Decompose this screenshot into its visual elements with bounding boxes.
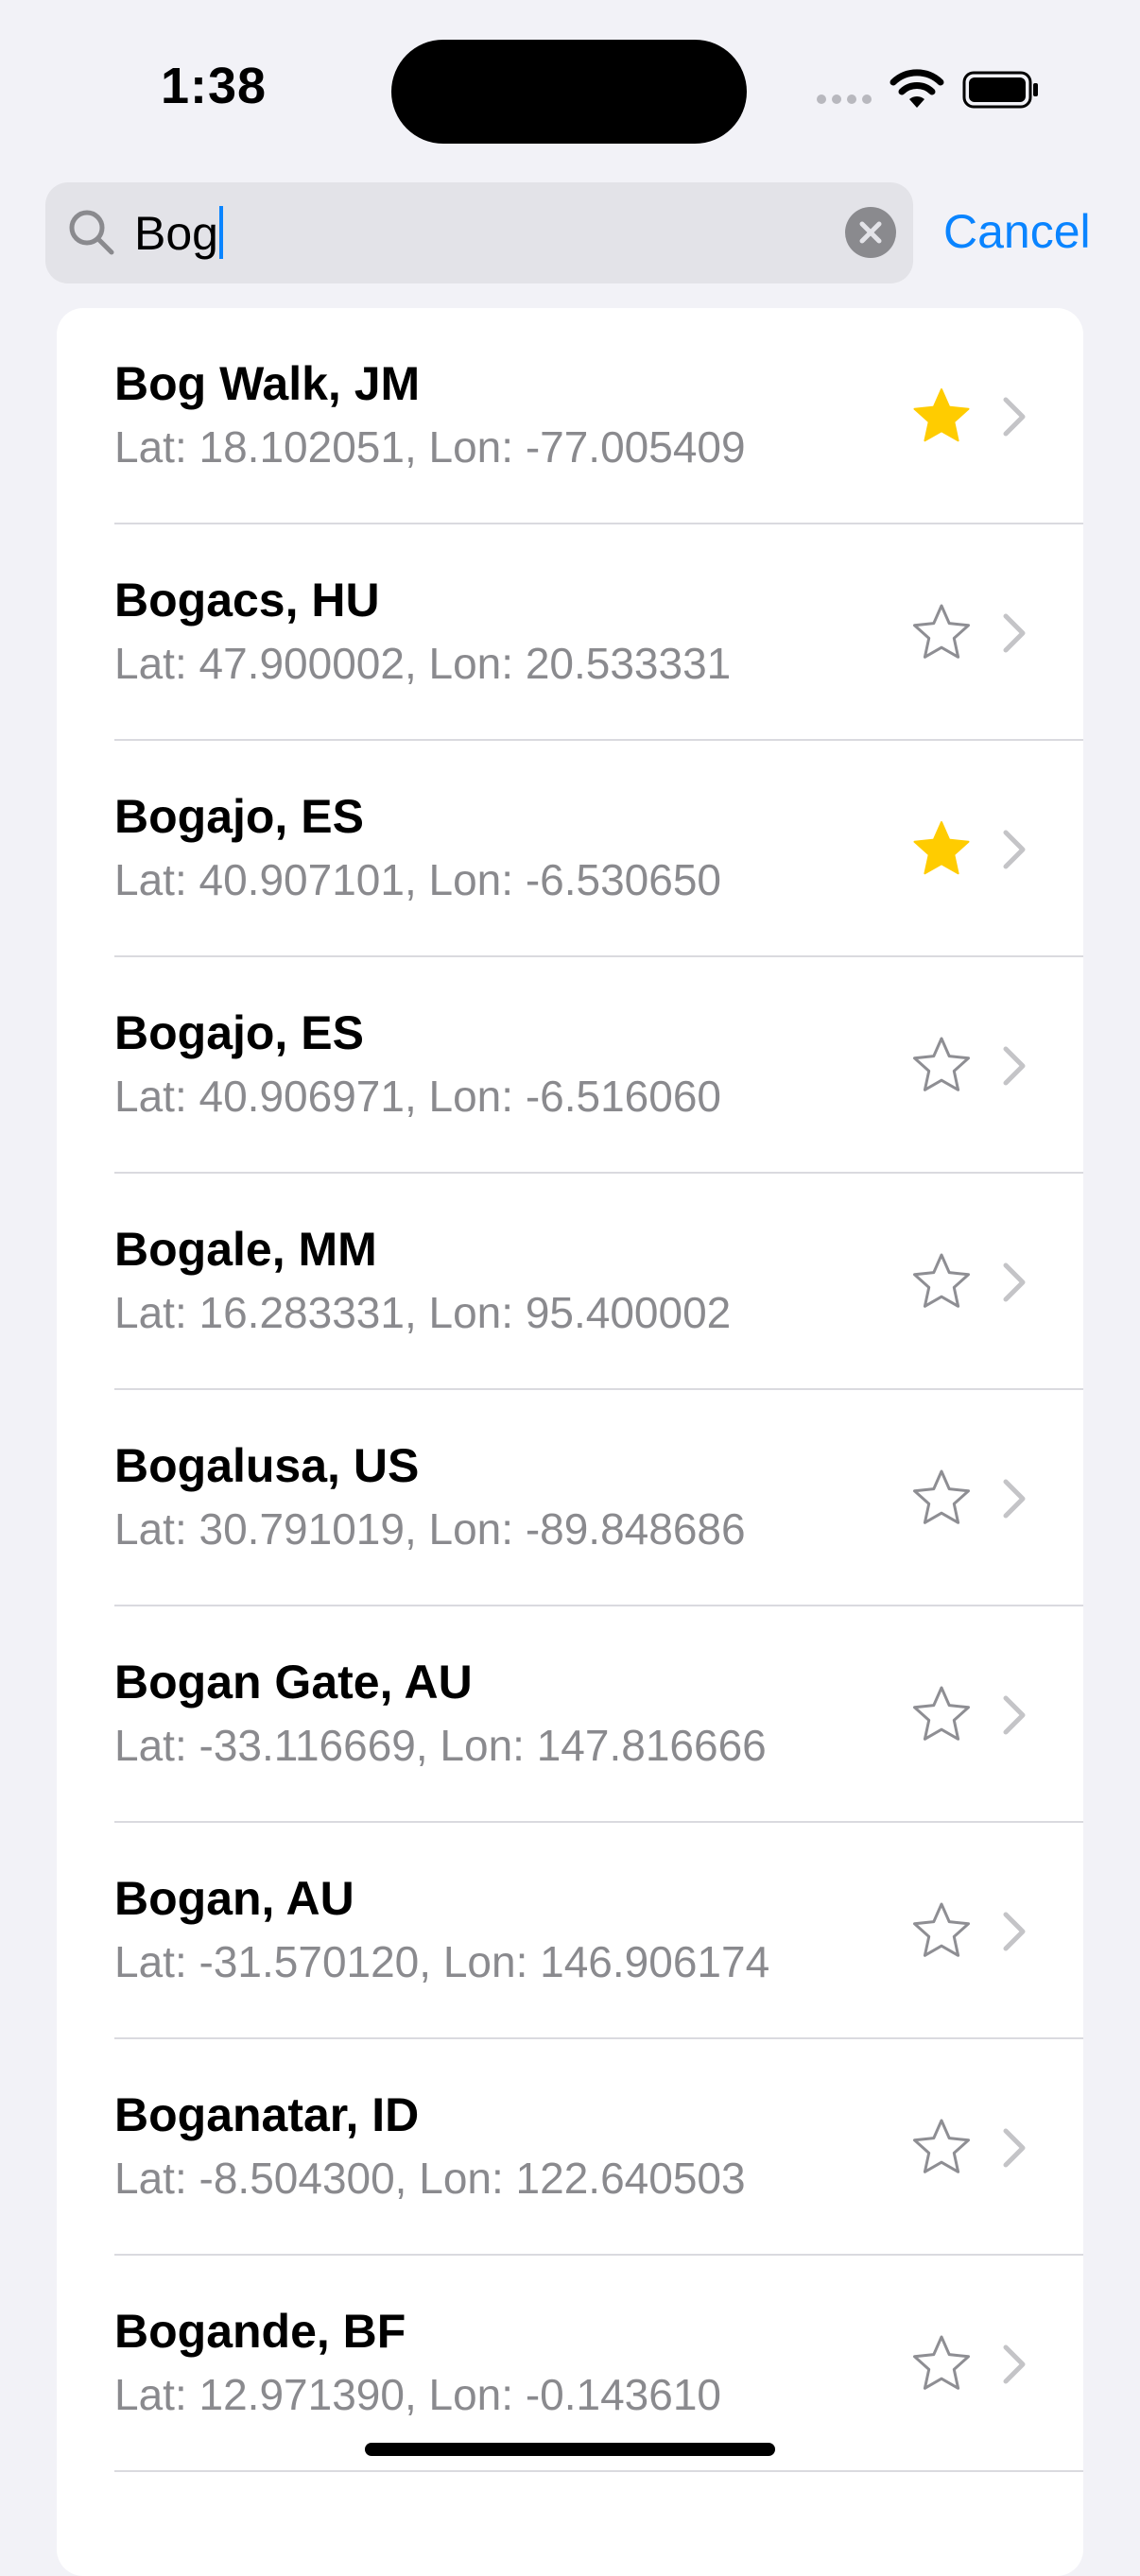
result-title: Boganatar, ID bbox=[114, 2088, 420, 2141]
results-list: Bog Walk, JM Lat: 18.102051, Lon: -77.005… bbox=[57, 308, 1083, 2576]
star-outline-icon[interactable] bbox=[911, 2333, 972, 2394]
result-row[interactable]: Bogajo, ES Lat: 40.907101, Lon: -6.530650 bbox=[57, 741, 1083, 957]
chevron-right-icon bbox=[1003, 1479, 1026, 1519]
result-row[interactable]: Bogan, AU Lat: -31.570120, Lon: 146.90617… bbox=[57, 1823, 1083, 2039]
result-title: Bogajo, ES bbox=[114, 790, 364, 843]
star-filled-icon[interactable] bbox=[911, 386, 972, 446]
wifi-icon bbox=[890, 69, 944, 108]
star-outline-icon[interactable] bbox=[911, 1035, 972, 1095]
result-title: Bogalusa, US bbox=[114, 1439, 420, 1492]
result-title: Bogacs, HU bbox=[114, 574, 380, 627]
result-title: Bogande, BF bbox=[114, 2305, 406, 2358]
search-icon bbox=[69, 210, 114, 255]
result-row[interactable]: Bogande, BF Lat: 12.971390, Lon: -0.14361… bbox=[57, 2256, 1083, 2472]
star-outline-icon[interactable] bbox=[911, 1251, 972, 1312]
row-divider bbox=[114, 2470, 1083, 2472]
star-outline-icon[interactable] bbox=[911, 1900, 972, 1961]
chevron-right-icon bbox=[1003, 613, 1026, 653]
result-coordinates: Lat: 40.906971, Lon: -6.516060 bbox=[114, 1072, 722, 1121]
result-row[interactable]: Bogacs, HU Lat: 47.900002, Lon: 20.533331 bbox=[57, 524, 1083, 741]
result-row[interactable]: Boganatar, ID Lat: -8.504300, Lon: 122.64… bbox=[57, 2039, 1083, 2256]
dynamic-island bbox=[391, 40, 747, 144]
chevron-right-icon bbox=[1003, 397, 1026, 437]
chevron-right-icon bbox=[1003, 2128, 1026, 2168]
star-outline-icon[interactable] bbox=[911, 2117, 972, 2177]
star-outline-icon[interactable] bbox=[911, 1468, 972, 1528]
status-bar: 1:38 bbox=[0, 0, 1140, 180]
chevron-right-icon bbox=[1003, 2344, 1026, 2384]
result-coordinates: Lat: -33.116669, Lon: 147.816666 bbox=[114, 1721, 767, 1770]
chevron-right-icon bbox=[1003, 1912, 1026, 1951]
star-outline-icon[interactable] bbox=[911, 602, 972, 662]
search-field[interactable]: Bog bbox=[45, 182, 913, 283]
home-indicator[interactable] bbox=[365, 2443, 775, 2456]
text-caret bbox=[218, 206, 223, 259]
result-row[interactable]: Bog Walk, JM Lat: 18.102051, Lon: -77.005… bbox=[57, 308, 1083, 524]
result-row[interactable]: Bogalusa, US Lat: 30.791019, Lon: -89.848… bbox=[57, 1390, 1083, 1606]
result-title: Bogan, AU bbox=[114, 1872, 354, 1925]
result-row[interactable]: Bogan Gate, AU Lat: -33.116669, Lon: 147.… bbox=[57, 1606, 1083, 1823]
cellular-signal-icon bbox=[817, 94, 873, 110]
result-coordinates: Lat: 40.907101, Lon: -6.530650 bbox=[114, 855, 722, 904]
chevron-right-icon bbox=[1003, 1262, 1026, 1302]
result-coordinates: Lat: 12.971390, Lon: -0.143610 bbox=[114, 2370, 722, 2419]
result-row[interactable]: Bogajo, ES Lat: 40.906971, Lon: -6.516060 bbox=[57, 957, 1083, 1174]
battery-icon bbox=[962, 71, 1038, 109]
result-row[interactable]: Bogale, MM Lat: 16.283331, Lon: 95.400002 bbox=[57, 1174, 1083, 1390]
result-title: Bogajo, ES bbox=[114, 1006, 364, 1059]
chevron-right-icon bbox=[1003, 830, 1026, 869]
result-title: Bog Walk, JM bbox=[114, 357, 421, 410]
chevron-right-icon bbox=[1003, 1046, 1026, 1086]
clear-text-icon[interactable] bbox=[844, 206, 897, 259]
result-coordinates: Lat: -31.570120, Lon: 146.906174 bbox=[114, 1937, 770, 1986]
result-coordinates: Lat: 47.900002, Lon: 20.533331 bbox=[114, 639, 732, 688]
result-coordinates: Lat: -8.504300, Lon: 122.640503 bbox=[114, 2154, 746, 2203]
cancel-button[interactable]: Cancel bbox=[943, 198, 1091, 265]
star-filled-icon[interactable] bbox=[911, 818, 972, 879]
star-outline-icon[interactable] bbox=[911, 1684, 972, 1744]
result-title: Bogale, MM bbox=[114, 1223, 377, 1276]
result-coordinates: Lat: 30.791019, Lon: -89.848686 bbox=[114, 1504, 746, 1554]
result-title: Bogan Gate, AU bbox=[114, 1656, 473, 1709]
search-input[interactable]: Bog bbox=[134, 199, 853, 267]
search-input-text: Bog bbox=[134, 207, 218, 260]
result-coordinates: Lat: 18.102051, Lon: -77.005409 bbox=[114, 422, 746, 472]
status-time: 1:38 bbox=[161, 58, 268, 114]
result-coordinates: Lat: 16.283331, Lon: 95.400002 bbox=[114, 1288, 732, 1337]
chevron-right-icon bbox=[1003, 1695, 1026, 1735]
